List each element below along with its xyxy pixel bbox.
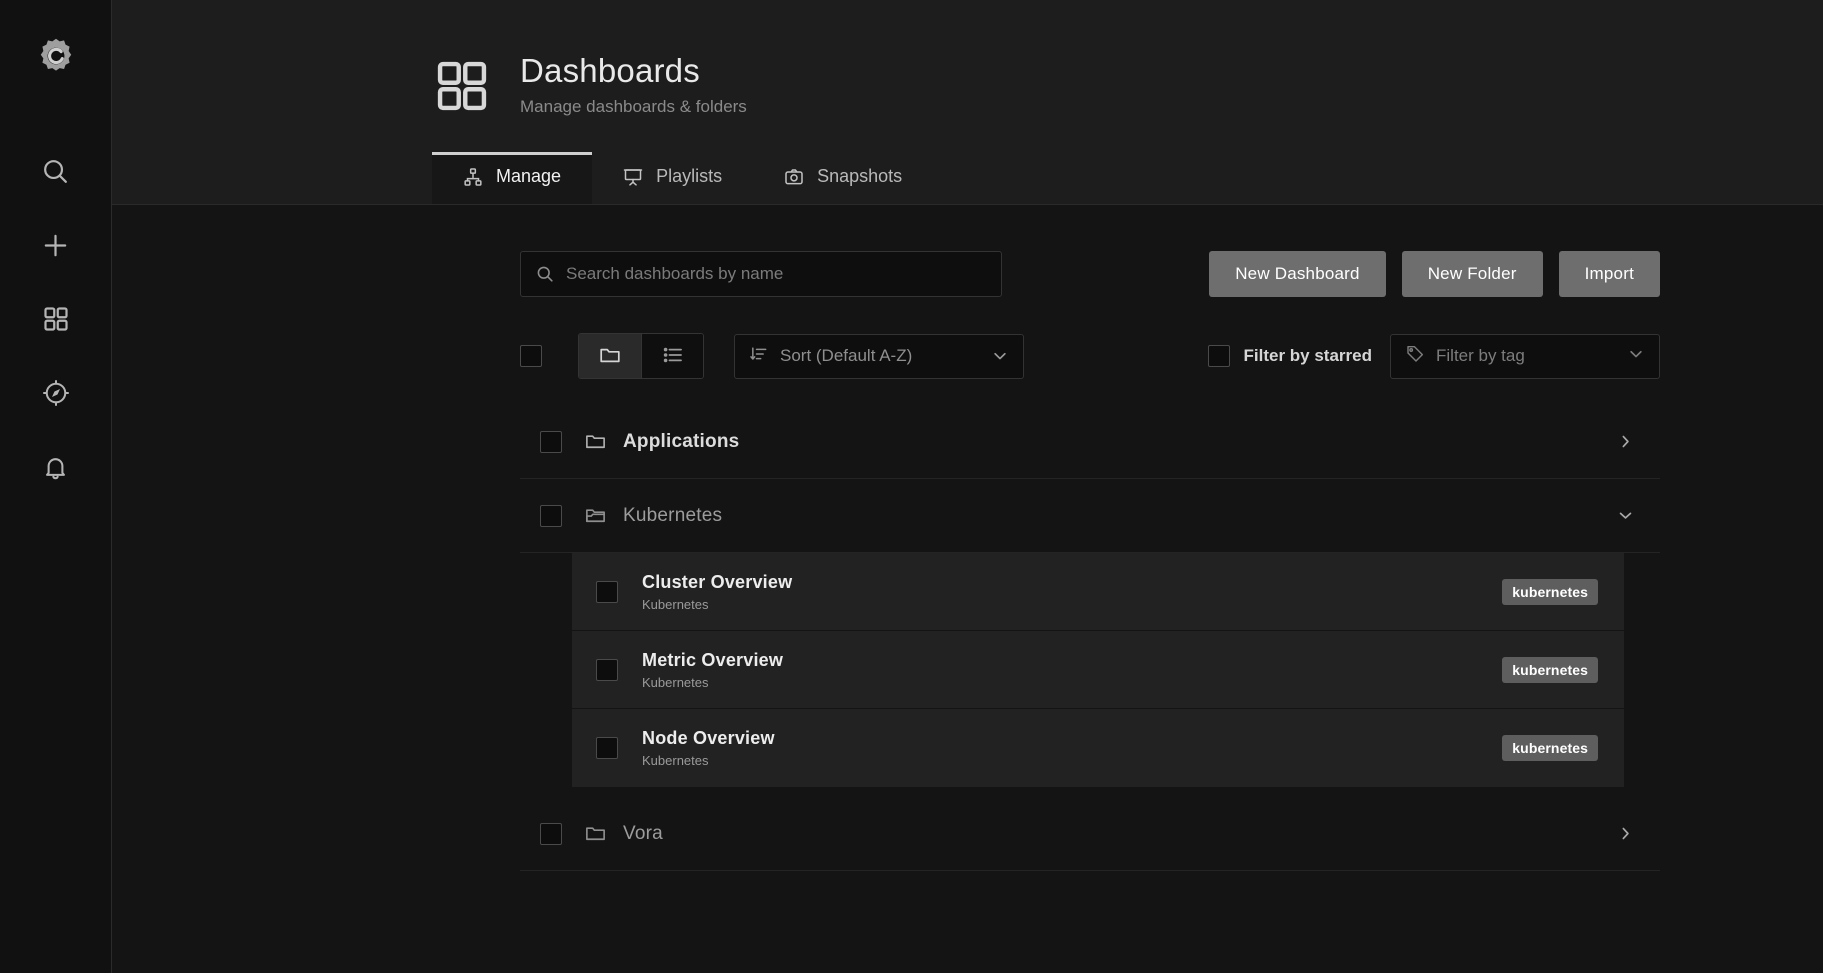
tab-playlists[interactable]: Playlists <box>592 152 753 204</box>
dashboard-row[interactable]: Metric Overview Kubernetes kubernetes <box>572 631 1624 709</box>
filters-row: Sort (Default A-Z) Filter by starred <box>520 333 1503 379</box>
view-mode-toggle <box>578 333 704 379</box>
group-spacer <box>520 787 1660 797</box>
chevron-right-icon[interactable] <box>1617 825 1634 842</box>
filter-by-starred[interactable]: Filter by starred <box>1208 345 1373 367</box>
folder-row-applications[interactable]: Applications <box>520 405 1660 479</box>
folder-open-icon <box>584 504 607 527</box>
search-input[interactable] <box>566 264 987 284</box>
folder-name: Kubernetes <box>623 505 1617 527</box>
sidebar-item-create[interactable] <box>22 212 90 278</box>
chevron-down-icon <box>1627 345 1645 368</box>
camera-icon <box>784 167 804 187</box>
filter-starred-label: Filter by starred <box>1244 346 1373 366</box>
chevron-right-icon[interactable] <box>1617 433 1634 450</box>
sort-amount-down-icon <box>749 344 769 369</box>
dashboard-browse-list: Applications <box>520 405 1660 871</box>
dashboard-title: Metric Overview <box>642 650 783 670</box>
tab-manage-label: Manage <box>496 166 561 187</box>
compass-icon <box>41 378 71 408</box>
sitemap-icon <box>463 167 483 187</box>
list-icon <box>661 343 685 370</box>
import-button[interactable]: Import <box>1559 251 1660 297</box>
new-dashboard-button[interactable]: New Dashboard <box>1209 251 1386 297</box>
folder-view-button[interactable] <box>579 334 641 378</box>
dashboard-tag[interactable]: kubernetes <box>1502 657 1598 683</box>
content-column: Dashboards Manage dashboards & folders <box>112 0 1823 973</box>
action-buttons: New Dashboard New Folder Import <box>1209 251 1660 297</box>
page-tabs: Manage Playlists <box>112 152 1823 204</box>
dashboard-folder: Kubernetes <box>642 675 1502 690</box>
page-title: Dashboards <box>520 52 747 90</box>
sidebar-item-search[interactable] <box>22 138 90 204</box>
dashboard-group-kubernetes: Cluster Overview Kubernetes kubernetes M… <box>520 553 1660 787</box>
dashboard-checkbox[interactable] <box>596 659 618 681</box>
filter-starred-checkbox[interactable] <box>1208 345 1230 367</box>
filter-by-tag-dropdown[interactable]: Filter by tag <box>1390 334 1660 379</box>
sidebar-item-dashboards[interactable] <box>22 286 90 352</box>
bell-icon <box>41 453 70 482</box>
search-icon <box>535 264 555 284</box>
folder-icon <box>598 343 622 370</box>
folder-row-kubernetes[interactable]: Kubernetes <box>520 479 1660 553</box>
folder-closed-icon <box>584 430 607 453</box>
tag-icon <box>1405 344 1425 369</box>
sort-value: Sort (Default A-Z) <box>780 346 980 366</box>
dashboards-grid-icon <box>434 52 490 119</box>
folder-row-vora[interactable]: Vora <box>520 797 1660 871</box>
page-header: Dashboards Manage dashboards & folders <box>112 0 1823 205</box>
filters-right-group: Filter by starred Filter by tag <box>1208 334 1661 379</box>
folder-closed-icon <box>584 822 607 845</box>
folder-checkbox[interactable] <box>540 431 562 453</box>
folder-name: Applications <box>623 431 1617 453</box>
dashboard-folder: Kubernetes <box>642 597 1502 612</box>
tab-playlists-label: Playlists <box>656 166 722 187</box>
dashboard-folder: Kubernetes <box>642 753 1502 768</box>
plus-icon <box>40 230 71 261</box>
main-area: New Dashboard New Folder Import <box>112 205 1823 973</box>
folder-checkbox[interactable] <box>540 505 562 527</box>
main-sidebar <box>0 0 112 973</box>
search-and-actions-row: New Dashboard New Folder Import <box>520 251 1503 297</box>
sidebar-item-alerting[interactable] <box>22 434 90 500</box>
presentation-icon <box>623 167 643 187</box>
folder-checkbox[interactable] <box>540 823 562 845</box>
dashboard-tag[interactable]: kubernetes <box>1502 735 1598 761</box>
dashboard-title: Node Overview <box>642 728 775 748</box>
folder-name: Vora <box>623 823 1617 845</box>
dashboard-row[interactable]: Cluster Overview Kubernetes kubernetes <box>572 553 1624 631</box>
tab-snapshots-label: Snapshots <box>817 166 902 187</box>
dashboard-title: Cluster Overview <box>642 572 792 592</box>
select-all-checkbox[interactable] <box>520 345 542 367</box>
sort-dropdown[interactable]: Sort (Default A-Z) <box>734 334 1024 379</box>
list-view-button[interactable] <box>641 334 703 378</box>
filter-tag-value: Filter by tag <box>1436 346 1616 366</box>
search-icon <box>40 156 71 187</box>
chevron-down-icon <box>991 347 1009 365</box>
dashboard-checkbox[interactable] <box>596 737 618 759</box>
dashboard-row[interactable]: Node Overview Kubernetes kubernetes <box>572 709 1624 787</box>
tab-manage[interactable]: Manage <box>432 152 592 204</box>
page-subtitle: Manage dashboards & folders <box>520 97 747 117</box>
grafana-dashboards-page: Dashboards Manage dashboards & folders <box>0 0 1823 973</box>
chevron-down-icon[interactable] <box>1617 507 1634 524</box>
search-dashboards-box[interactable] <box>520 251 1002 297</box>
sidebar-item-explore[interactable] <box>22 360 90 426</box>
tab-snapshots[interactable]: Snapshots <box>753 152 933 204</box>
grafana-logo[interactable] <box>22 22 90 90</box>
dashboard-checkbox[interactable] <box>596 581 618 603</box>
new-folder-button[interactable]: New Folder <box>1402 251 1543 297</box>
dashboards-icon <box>42 305 70 333</box>
dashboard-tag[interactable]: kubernetes <box>1502 579 1598 605</box>
